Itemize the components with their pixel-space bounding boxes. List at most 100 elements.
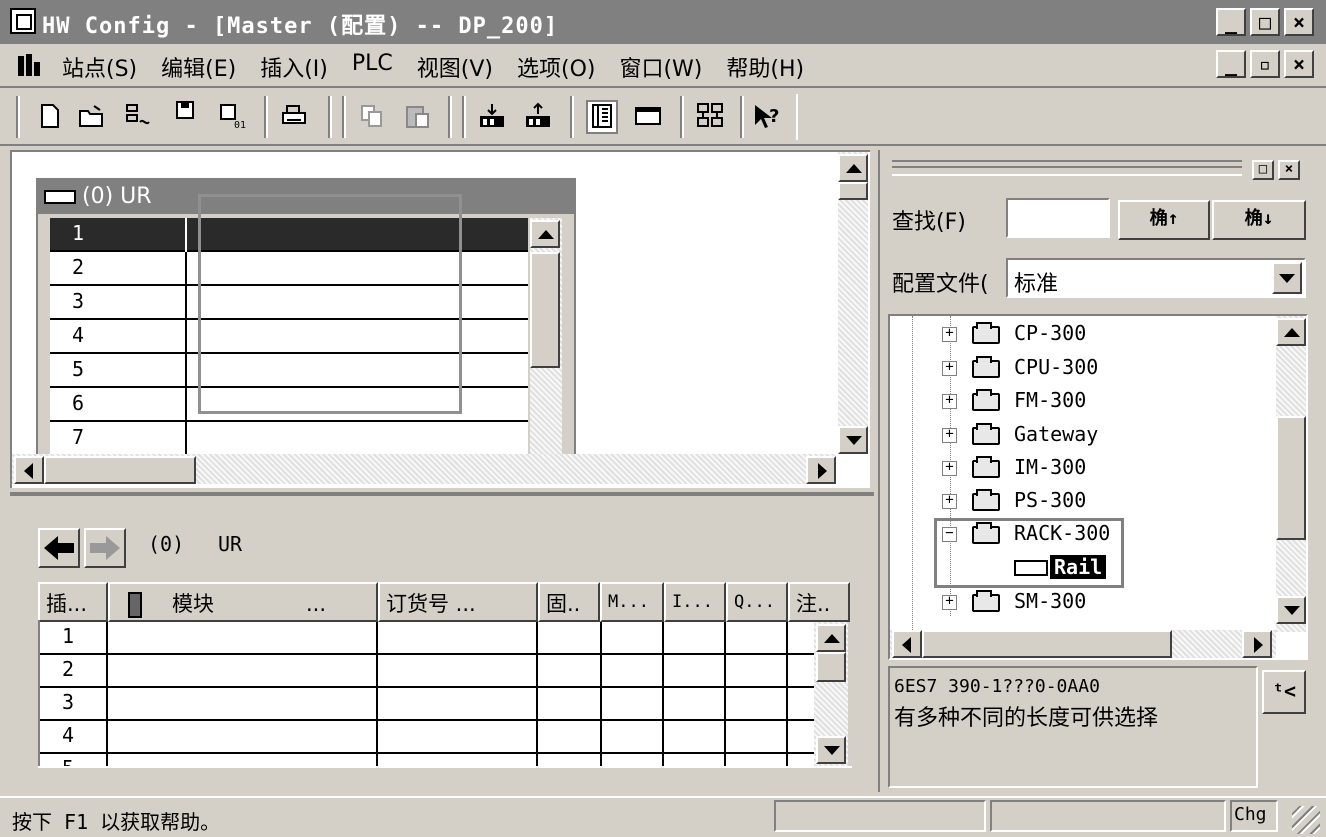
overview-icon[interactable] xyxy=(634,102,662,130)
catalog-grip[interactable] xyxy=(892,160,1242,176)
catalog-hthumb[interactable] xyxy=(922,630,1172,658)
svg-text:010: 010 xyxy=(234,120,246,130)
menu-options[interactable]: 选项(O) xyxy=(517,51,595,83)
table-row[interactable]: 3 xyxy=(40,688,814,721)
status-cell-1 xyxy=(774,800,986,832)
module-column-icon xyxy=(128,592,142,618)
expand-icon[interactable]: + xyxy=(942,594,957,610)
find-input[interactable] xyxy=(1006,198,1110,238)
detail-rack-name: UR xyxy=(218,532,243,556)
catalog-vthumb[interactable] xyxy=(1276,416,1306,540)
expand-icon[interactable]: + xyxy=(942,360,957,376)
col-input-header[interactable]: I... xyxy=(664,582,726,622)
catalog-close-button[interactable]: × xyxy=(1278,160,1300,180)
menu-view[interactable]: 视图(V) xyxy=(417,51,493,83)
catalog-scroll-down[interactable] xyxy=(1276,596,1306,624)
help-icon[interactable]: ? xyxy=(752,102,780,130)
print-icon[interactable] xyxy=(280,102,308,130)
child-restore-button[interactable]: ▫ xyxy=(1250,50,1280,78)
find-up-button[interactable]: 桷↑ xyxy=(1118,200,1210,240)
svg-text:?: ? xyxy=(769,106,779,127)
col-mpi-header[interactable]: M... xyxy=(600,582,664,622)
open-icon[interactable] xyxy=(78,102,106,130)
document-icon[interactable] xyxy=(16,52,46,78)
save-icon[interactable] xyxy=(172,98,200,126)
download-to-module-icon[interactable] xyxy=(478,102,506,130)
paste-icon[interactable] xyxy=(404,102,432,130)
title-bar: HW Config - [Master (配置) -- DP_200] _ □ … xyxy=(0,0,1326,44)
child-minimize-button[interactable]: _ xyxy=(1216,50,1246,78)
menu-plc[interactable]: PLC xyxy=(352,51,393,83)
copy-icon[interactable] xyxy=(358,102,386,130)
col-firmware-header[interactable]: 固.. xyxy=(538,582,600,622)
menu-bar: 站点(S) 编辑(E) 插入(I) PLC 视图(V) 选项(O) 窗口(W) … xyxy=(0,44,1326,86)
network-icon[interactable] xyxy=(696,102,724,130)
minimize-button[interactable]: _ xyxy=(1216,8,1246,36)
catalog-scroll-left[interactable] xyxy=(892,630,922,658)
rack-view-scroll-right[interactable] xyxy=(806,456,836,484)
folder-icon xyxy=(972,590,1000,612)
expand-icon[interactable]: + xyxy=(942,427,957,443)
folder-icon xyxy=(972,389,1000,411)
maximize-button[interactable]: □ xyxy=(1250,8,1280,36)
rack-scroll-thumb[interactable] xyxy=(530,252,560,368)
table-row[interactable]: 1 xyxy=(40,622,814,655)
col-order-header[interactable]: 订货号 ... xyxy=(378,582,538,622)
rack-scroll-up[interactable] xyxy=(530,220,560,248)
rack-title: (0) UR xyxy=(82,184,152,209)
catalog-info: 6ES7 390-1???0-0AA0 有多种不同的长度可供选择 xyxy=(888,666,1258,788)
close-button[interactable]: × xyxy=(1284,8,1314,36)
child-close-button[interactable]: × xyxy=(1284,50,1314,78)
collapse-icon[interactable]: − xyxy=(942,526,957,542)
expand-icon[interactable]: + xyxy=(942,460,957,476)
station-icon[interactable] xyxy=(124,102,152,130)
catalog-icon[interactable] xyxy=(586,100,618,134)
profile-label: 配置文件( xyxy=(892,272,989,297)
detail-vthumb[interactable] xyxy=(816,652,846,682)
menu-edit[interactable]: 编辑(E) xyxy=(161,51,236,83)
menu-window[interactable]: 窗口(W) xyxy=(619,51,702,83)
back-arrow-button[interactable] xyxy=(38,528,80,568)
menu-help[interactable]: 帮助(H) xyxy=(726,51,804,83)
profile-select[interactable]: 标准 xyxy=(1006,258,1306,298)
drag-placement-outline xyxy=(198,194,462,414)
rack-view-scroll-left[interactable] xyxy=(14,456,44,484)
catalog-scroll-right[interactable] xyxy=(1242,630,1272,658)
window-title: HW Config - [Master (配置) -- DP_200] xyxy=(42,14,559,39)
rack-view-vthumb[interactable] xyxy=(838,182,868,200)
rack-view-scroll-down[interactable] xyxy=(838,426,868,454)
app-icon[interactable] xyxy=(10,8,36,34)
detail-rack-number: (0) xyxy=(148,532,185,556)
col-output-header[interactable]: Q... xyxy=(726,582,788,622)
col-module-header[interactable]: 模块... xyxy=(108,582,378,622)
info-transfer-button[interactable]: ᵗ< xyxy=(1262,670,1306,714)
upload-from-module-icon[interactable] xyxy=(524,102,552,130)
col-slot-header[interactable]: 插... xyxy=(38,582,108,622)
catalog-float-button[interactable]: □ xyxy=(1252,160,1274,180)
col-comment-header[interactable]: 注.. xyxy=(788,582,850,622)
table-row[interactable]: 2 xyxy=(40,655,814,688)
find-down-button[interactable]: 桷↓ xyxy=(1212,200,1306,240)
resize-grip-icon[interactable] xyxy=(1292,806,1320,834)
catalog-tree[interactable]: + CP-300 + CPU-300 + FM-300 + Gateway + IM-30… xyxy=(888,314,1308,660)
chevron-down-icon[interactable] xyxy=(1272,262,1302,294)
rack-view-scroll-up[interactable] xyxy=(838,154,868,182)
status-cell-2 xyxy=(990,800,1226,832)
table-row[interactable]: 4 xyxy=(40,721,814,754)
detail-scroll-down[interactable] xyxy=(816,736,846,764)
forward-arrow-button[interactable] xyxy=(84,528,126,568)
save-compile-icon[interactable]: 010 xyxy=(218,102,246,130)
catalog-scroll-up[interactable] xyxy=(1276,318,1306,346)
expand-icon[interactable]: + xyxy=(942,393,957,409)
folder-icon xyxy=(972,456,1000,478)
detail-scroll-up[interactable] xyxy=(816,624,846,652)
expand-icon[interactable]: + xyxy=(942,326,957,342)
menu-insert[interactable]: 插入(I) xyxy=(260,51,328,83)
new-icon[interactable] xyxy=(36,102,64,130)
rack-slot-7[interactable]: 7 xyxy=(50,422,528,456)
rack-view-hthumb[interactable] xyxy=(44,456,196,484)
folder-icon xyxy=(972,322,1000,344)
menu-station[interactable]: 站点(S) xyxy=(62,51,137,83)
folder-icon xyxy=(972,356,1000,378)
expand-icon[interactable]: + xyxy=(942,493,957,509)
